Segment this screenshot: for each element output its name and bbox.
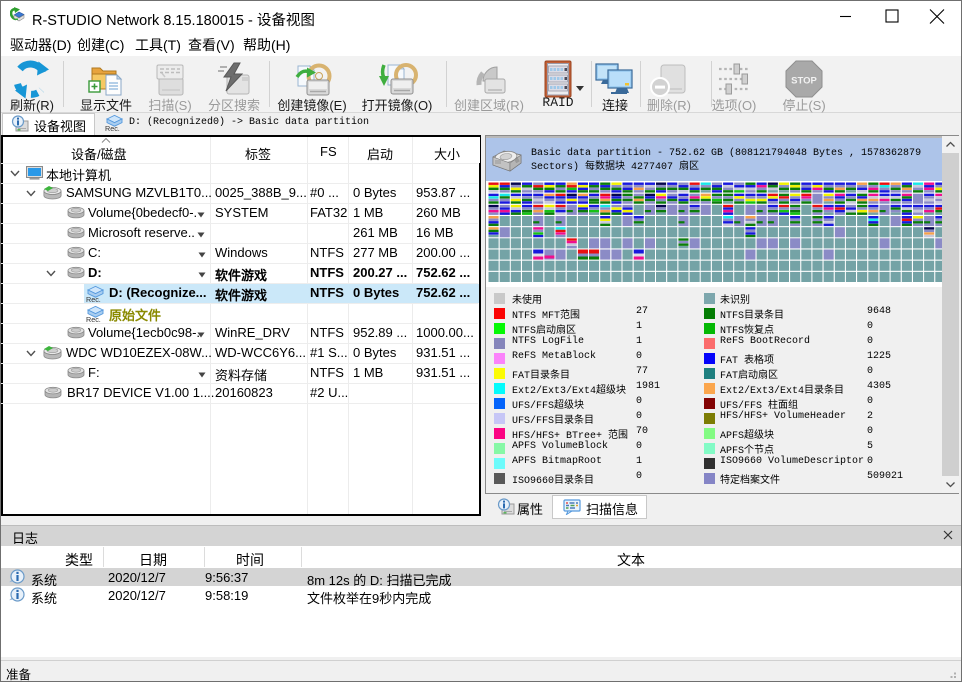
svg-text:STOP: STOP (791, 76, 817, 87)
svg-text:Rec.: Rec. (86, 295, 101, 303)
svg-text:Rec.: Rec. (105, 124, 120, 132)
svg-text:Rec.: Rec. (86, 315, 101, 323)
